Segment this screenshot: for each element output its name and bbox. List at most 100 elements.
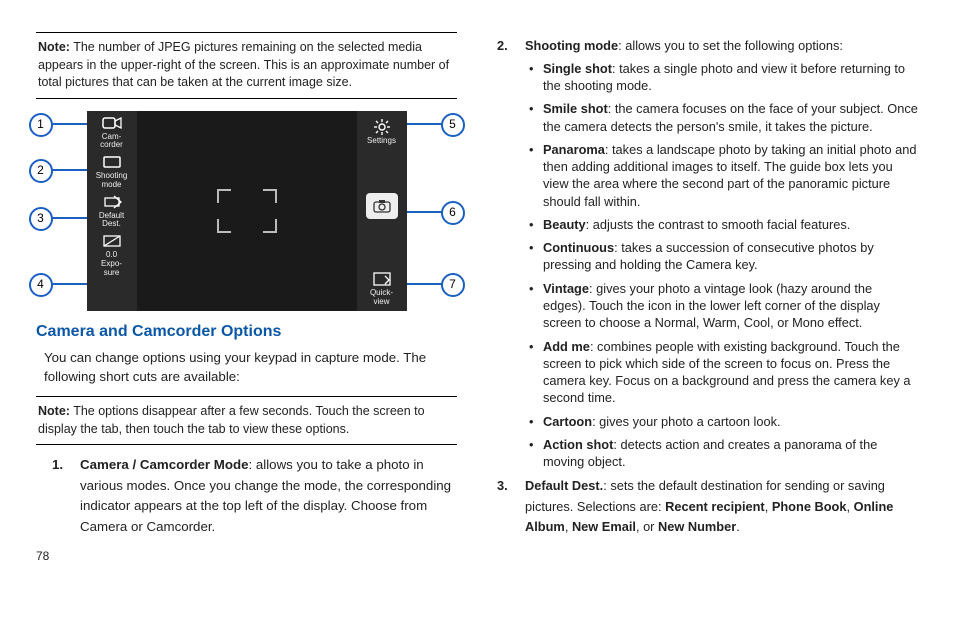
note-text: The number of JPEG pictures remaining on…	[38, 40, 449, 89]
right-column: 2. Shooting mode: allows you to set the …	[497, 28, 918, 616]
list-item: 2. Shooting mode: allows you to set the …	[497, 36, 918, 56]
page-number: 78	[36, 548, 457, 565]
section-heading: Camera and Camcorder Options	[36, 321, 457, 343]
lead-1	[51, 123, 87, 125]
document-page: Note: The number of JPEG pictures remain…	[0, 0, 954, 636]
item-title: Shooting mode	[525, 38, 618, 53]
note-text-2: The options disappear after a few second…	[38, 404, 425, 436]
bullet-title: Continuous	[543, 240, 614, 255]
item-number: 3.	[497, 476, 525, 537]
bullet-title: Smile shot	[543, 101, 608, 116]
bullet-icon: •	[529, 280, 543, 332]
lead-7	[407, 283, 443, 285]
list-item: •Add me: combines people with existing b…	[529, 338, 918, 407]
selection: Recent recipient	[665, 499, 765, 514]
quickview-icon	[371, 270, 393, 288]
bullet-icon: •	[529, 436, 543, 471]
bullet-icon: •	[529, 141, 543, 210]
shooting-label: Shooting mode	[96, 171, 128, 189]
item-body: Default Dest.: sets the default destinat…	[525, 476, 918, 537]
lead-2	[51, 169, 87, 171]
list-item: •Smile shot: the camera focuses on the f…	[529, 100, 918, 135]
bullet-icon: •	[529, 338, 543, 407]
item-body: Shooting mode: allows you to set the fol…	[525, 36, 843, 56]
list-item: •Panaroma: takes a landscape photo by ta…	[529, 141, 918, 210]
list-item: •Continuous: takes a succession of conse…	[529, 239, 918, 274]
list-item: 3. Default Dest.: sets the default desti…	[497, 476, 918, 537]
item-number: 1.	[52, 455, 80, 537]
bullet-icon: •	[529, 239, 543, 274]
default-dest-icon	[101, 193, 123, 211]
callout-2: 2	[29, 159, 53, 183]
camera-icon	[366, 193, 398, 219]
sep: ,	[846, 499, 853, 514]
bullet-list: •Single shot: takes a single photo and v…	[529, 60, 918, 471]
camcorder-mode-icon: Cam- corder	[87, 111, 137, 151]
camera-figure: Cam- corder Shooting mode Default Dest.	[37, 111, 457, 311]
default-dest-label: Default Dest.	[99, 211, 124, 229]
exposure-icon-slot: 0.0 Expo- sure	[87, 229, 137, 277]
bullet-text: : gives your photo a cartoon look.	[592, 414, 781, 429]
note-box-2: Note: The options disappear after a few …	[36, 396, 457, 445]
callout-4: 4	[29, 273, 53, 297]
quickview-label: Quick- view	[370, 288, 393, 306]
lead-6	[407, 211, 443, 213]
item-title: Camera / Camcorder Mode	[80, 457, 248, 472]
lead-3	[51, 217, 87, 219]
focus-bracket	[217, 189, 277, 233]
settings-label: Settings	[367, 136, 396, 145]
callout-1: 1	[29, 113, 53, 137]
list-item: •Single shot: takes a single photo and v…	[529, 60, 918, 95]
callout-5: 5	[441, 113, 465, 137]
shooting-mode-icon-slot: Shooting mode	[87, 150, 137, 190]
bullet-icon: •	[529, 60, 543, 95]
bullet-icon: •	[529, 100, 543, 135]
selection: Phone Book	[772, 499, 847, 514]
sep: ,	[765, 499, 772, 514]
bullet-icon: •	[529, 216, 543, 233]
bullet-text: : adjusts the contrast to smooth facial …	[586, 217, 851, 232]
bullet-text: : combines people with existing backgrou…	[543, 339, 911, 406]
bullet-title: Beauty	[543, 217, 586, 232]
shutter-button	[357, 189, 407, 223]
bullet-title: Cartoon	[543, 414, 592, 429]
sep: .	[736, 519, 740, 534]
callout-6: 6	[441, 201, 465, 225]
right-toolbar: Settings Quick- view	[357, 111, 407, 311]
camcorder-icon	[101, 114, 123, 132]
sep: , or	[636, 519, 658, 534]
exposure-label: 0.0 Expo- sure	[101, 250, 122, 277]
quickview-icon-slot: Quick- view	[357, 267, 407, 307]
bullet-title: Vintage	[543, 281, 589, 296]
list-item: 1. Camera / Camcorder Mode: allows you t…	[52, 455, 457, 537]
camcorder-label: Cam- corder	[100, 132, 123, 150]
item-number: 2.	[497, 36, 525, 56]
selection: New Email	[572, 519, 636, 534]
exposure-icon	[101, 232, 123, 250]
selection: New Number	[658, 519, 736, 534]
numbered-list-right: 2. Shooting mode: allows you to set the …	[497, 36, 918, 56]
item-body: Camera / Camcorder Mode: allows you to t…	[80, 455, 457, 537]
bullet-text: : gives your photo a vintage look (hazy …	[543, 281, 880, 331]
note-box-1: Note: The number of JPEG pictures remain…	[36, 32, 457, 99]
shooting-mode-icon	[101, 153, 123, 171]
intro-text: You can change options using your keypad…	[44, 349, 457, 386]
list-item: •Cartoon: gives your photo a cartoon loo…	[529, 413, 918, 430]
bullet-title: Single shot	[543, 61, 612, 76]
list-item: •Beauty: adjusts the contrast to smooth …	[529, 216, 918, 233]
default-dest-icon-slot: Default Dest.	[87, 190, 137, 230]
camera-screenshot: Cam- corder Shooting mode Default Dest.	[87, 111, 407, 311]
bullet-title: Action shot	[543, 437, 613, 452]
numbered-list-right-3: 3. Default Dest.: sets the default desti…	[497, 476, 918, 537]
item-title: Default Dest.	[525, 478, 603, 493]
note-label: Note:	[38, 40, 70, 54]
note-label-2: Note:	[38, 404, 70, 418]
bullet-title: Panaroma	[543, 142, 605, 157]
callout-3: 3	[29, 207, 53, 231]
numbered-list: 1. Camera / Camcorder Mode: allows you t…	[52, 455, 457, 537]
lead-4	[51, 283, 87, 285]
list-item: •Vintage: gives your photo a vintage loo…	[529, 280, 918, 332]
list-item: •Action shot: detects action and creates…	[529, 436, 918, 471]
bullet-icon: •	[529, 413, 543, 430]
left-toolbar: Cam- corder Shooting mode Default Dest.	[87, 111, 137, 311]
